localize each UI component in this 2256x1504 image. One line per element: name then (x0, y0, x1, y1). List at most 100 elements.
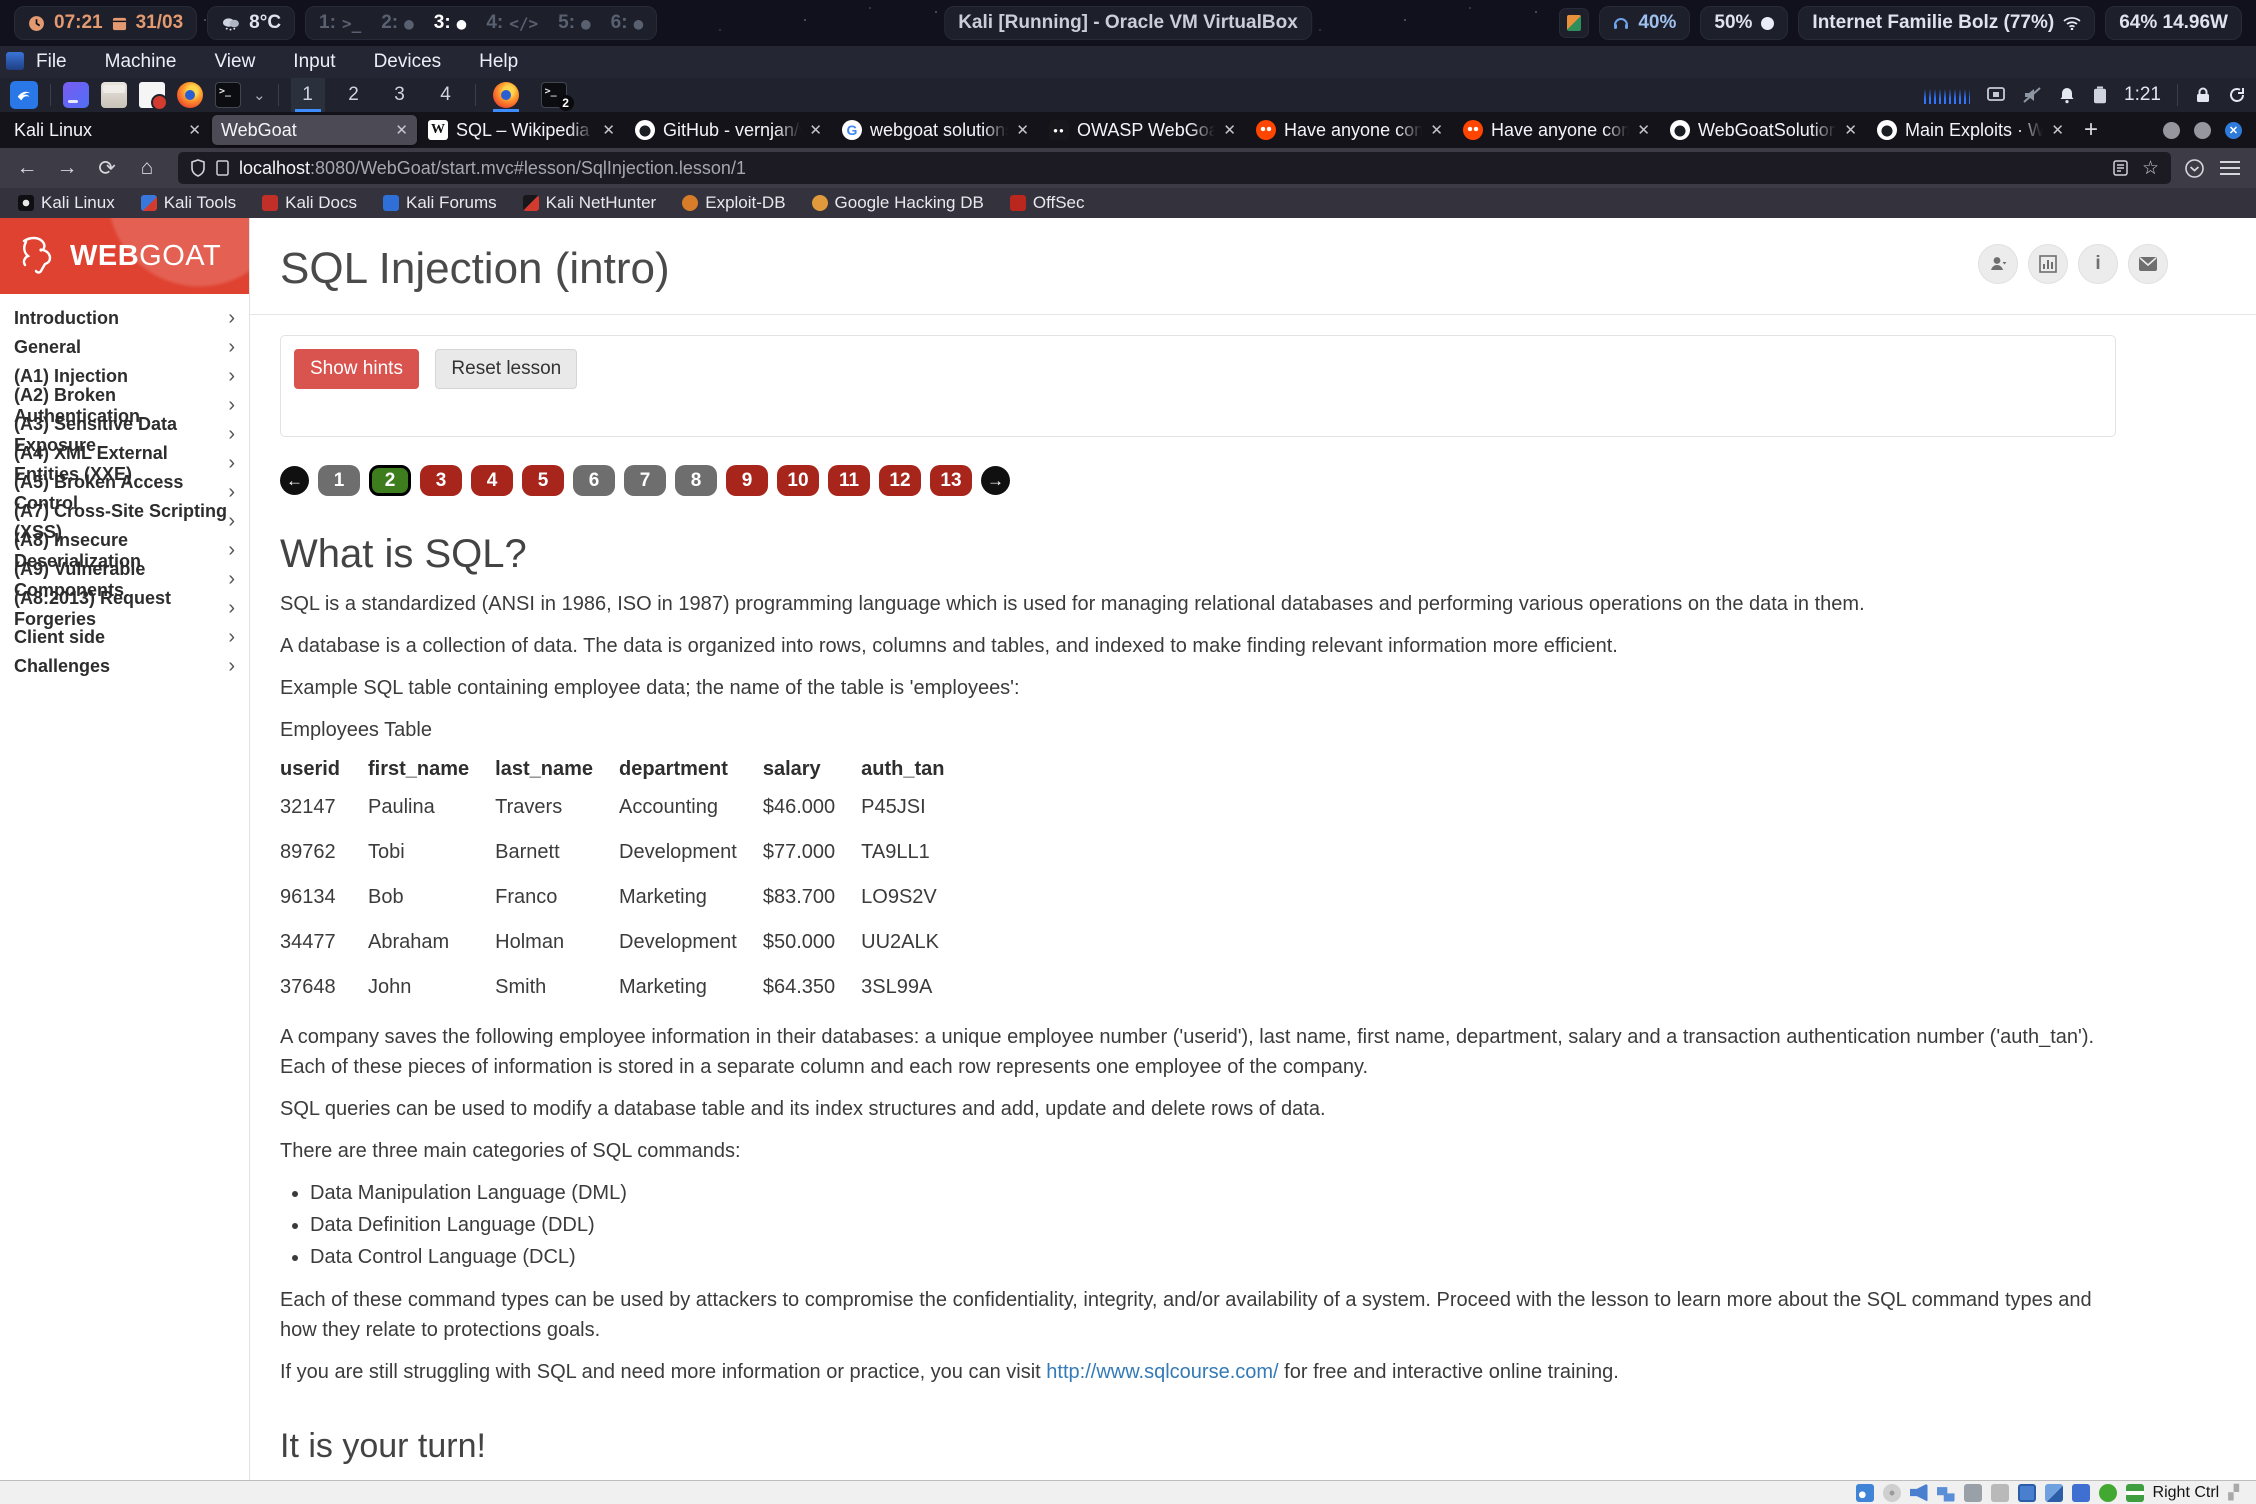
pocket-icon[interactable] (2185, 159, 2204, 178)
vbox-status-icon[interactable] (1910, 1484, 1928, 1502)
url-text[interactable]: localhost:8080/WebGoat/start.mvc#lesson/… (239, 158, 746, 179)
terminal-launcher-icon[interactable] (215, 82, 241, 108)
browser-tab[interactable]: ●● OWASP WebGoat: General ✕ (1040, 115, 1245, 145)
vbox-status-icon[interactable] (1991, 1484, 2009, 1502)
vbox-status-icon[interactable] (1964, 1484, 1982, 1502)
battery-icon[interactable] (2092, 86, 2108, 104)
page-number-button[interactable]: 10 (777, 465, 819, 496)
info-icon[interactable]: i (2078, 244, 2118, 284)
next-page-arrow[interactable]: → (981, 466, 1010, 495)
ethernet-icon[interactable] (1986, 86, 2006, 104)
bookmark-item[interactable]: Kali Docs (262, 193, 357, 213)
user-menu-icon[interactable] (1978, 244, 2018, 284)
browser-tab[interactable]: Have anyone completed ✕ (1454, 115, 1659, 145)
webgoat-logo[interactable]: WEBGOAT (0, 218, 249, 294)
tab-close-icon[interactable]: ✕ (809, 121, 822, 139)
sqlcourse-link[interactable]: http://www.sqlcourse.com/ (1046, 1361, 1278, 1383)
audio-muted-icon[interactable] (2022, 86, 2042, 104)
browser-tab[interactable]: Main Exploits · WebGoat ✕ (1868, 115, 2073, 145)
reset-lesson-button[interactable]: Reset lesson (435, 349, 577, 389)
vbox-status-icon[interactable] (2099, 1484, 2117, 1502)
page-number-button[interactable]: 5 (522, 465, 564, 496)
vbox-status-icon[interactable] (2018, 1484, 2036, 1502)
page-number-button[interactable]: 7 (624, 465, 666, 496)
close-button[interactable]: ✕ (2225, 122, 2242, 139)
kali-menu-button[interactable] (10, 81, 38, 109)
show-hints-button[interactable]: Show hints (294, 349, 419, 389)
tab-close-icon[interactable]: ✕ (602, 121, 615, 139)
host-workspace-item[interactable]: 4:</> (486, 12, 538, 34)
menu-file[interactable]: File (36, 51, 67, 73)
page-number-button[interactable]: 12 (879, 465, 921, 496)
new-tab-button[interactable]: + (2084, 116, 2098, 144)
sidebar-item[interactable]: General › (0, 333, 249, 362)
notification-bell-icon[interactable] (2058, 86, 2076, 104)
firefox-window-button[interactable] (488, 78, 524, 112)
browser-tab[interactable]: W SQL – Wikipedia ✕ (419, 115, 624, 145)
page-number-button[interactable]: 9 (726, 465, 768, 496)
vbox-status-icon[interactable] (1856, 1484, 1874, 1502)
minimize-button[interactable] (2163, 122, 2180, 139)
bookmark-item[interactable]: OffSec (1010, 193, 1085, 213)
tab-close-icon[interactable]: ✕ (1016, 121, 1029, 139)
tab-close-icon[interactable]: ✕ (1430, 121, 1443, 139)
reader-mode-icon[interactable] (2113, 160, 2128, 176)
browser-tab[interactable]: GitHub - vernjan/webgoat ✕ (626, 115, 831, 145)
vbox-status-icon[interactable] (2045, 1484, 2063, 1502)
bookmark-item[interactable]: Kali Forums (383, 193, 497, 213)
host-workspace-item[interactable]: 5:● (558, 12, 591, 34)
volume-knob-icon[interactable] (1761, 17, 1774, 30)
workspace-3[interactable]: 3 (383, 78, 417, 112)
bookmark-item[interactable]: Kali Tools (141, 193, 236, 213)
sidebar-item[interactable]: (A8:2013) Request Forgeries › (0, 594, 249, 623)
browser-tab[interactable]: Have anyone completed ✕ (1247, 115, 1452, 145)
home-button[interactable]: ⌂ (130, 153, 164, 183)
vbox-status-icon[interactable] (1883, 1484, 1901, 1502)
logout-icon[interactable] (2228, 86, 2246, 104)
tab-close-icon[interactable]: ✕ (1223, 121, 1236, 139)
host-workspaces[interactable]: 1:>_ 2:● 3:● 4:</> 5:● (305, 6, 657, 40)
page-number-button[interactable]: 8 (675, 465, 717, 496)
text-editor-icon[interactable] (139, 82, 165, 108)
browser-tab[interactable]: WebGoat ✕ (212, 115, 417, 145)
bookmark-star-icon[interactable]: ☆ (2142, 157, 2159, 180)
page-number-button[interactable]: 2 (369, 465, 411, 496)
resize-grip[interactable]: ▞ (2228, 1484, 2240, 1501)
sidebar-item[interactable]: Challenges › (0, 652, 249, 681)
workspace-4[interactable]: 4 (429, 78, 463, 112)
menu-machine[interactable]: Machine (105, 51, 177, 73)
page-number-button[interactable]: 4 (471, 465, 513, 496)
page-number-button[interactable]: 13 (930, 465, 972, 496)
tracking-shield-icon[interactable] (190, 159, 206, 177)
launcher-dropdown-icon[interactable]: ⌄ (253, 86, 266, 104)
menu-view[interactable]: View (214, 51, 255, 73)
bookmark-item[interactable]: Kali NetHunter (523, 193, 657, 213)
browser-tab[interactable]: Kali Linux ✕ (5, 115, 210, 145)
tab-close-icon[interactable]: ✕ (188, 121, 201, 139)
tab-close-icon[interactable]: ✕ (1637, 121, 1650, 139)
browser-tab[interactable]: WebGoatSolutions/SqlInjection ✕ (1661, 115, 1866, 145)
firefox-launcher-icon[interactable] (177, 82, 203, 108)
forward-button[interactable]: → (50, 153, 84, 183)
menu-help[interactable]: Help (479, 51, 518, 73)
host-workspace-item[interactable]: 1:>_ (319, 12, 361, 34)
vm-tray-icon[interactable] (1559, 8, 1589, 38)
page-number-button[interactable]: 3 (420, 465, 462, 496)
page-number-button[interactable]: 11 (828, 465, 870, 496)
bookmark-item[interactable]: Exploit-DB (682, 193, 785, 213)
tab-close-icon[interactable]: ✕ (395, 121, 408, 139)
contact-mail-icon[interactable] (2128, 244, 2168, 284)
menu-devices[interactable]: Devices (374, 51, 442, 73)
browser-tab[interactable]: G webgoat solutions - Google ✕ (833, 115, 1038, 145)
reload-button[interactable]: ⟳ (90, 153, 124, 183)
lock-screen-icon[interactable] (2194, 86, 2212, 104)
site-info-icon[interactable] (216, 160, 229, 176)
scoreboard-icon[interactable] (2028, 244, 2068, 284)
tab-close-icon[interactable]: ✕ (2051, 121, 2064, 139)
host-workspace-item[interactable]: 6:● (611, 12, 644, 34)
menu-input[interactable]: Input (293, 51, 335, 73)
maximize-button[interactable] (2194, 122, 2211, 139)
app-grid-icon[interactable] (63, 82, 89, 108)
sidebar-item[interactable]: Introduction › (0, 304, 249, 333)
file-manager-icon[interactable] (101, 82, 127, 108)
